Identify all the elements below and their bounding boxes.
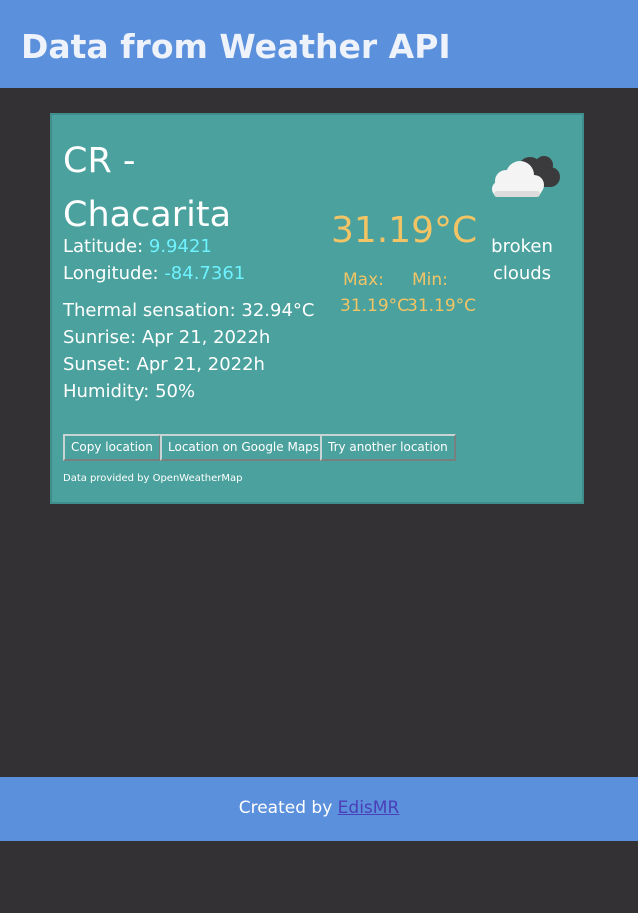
latitude-value: 9.9421: [148, 236, 212, 257]
page-header: Data from Weather API: [0, 0, 638, 88]
longitude-label: Longitude:: [63, 263, 165, 284]
broken-clouds-icon: [492, 156, 560, 197]
max-label: Max:: [343, 270, 384, 290]
current-temperature: 31.19°C: [331, 210, 478, 251]
try-another-location-button[interactable]: Try another location: [320, 434, 456, 461]
min-label: Min:: [412, 270, 448, 290]
latitude-label: Latitude:: [63, 236, 149, 257]
copy-location-button[interactable]: Copy location: [63, 434, 161, 461]
page-footer: Created by EdisMR: [0, 777, 638, 841]
footer-text: Created by EdisMR: [0, 798, 638, 818]
footer-prefix: Created by: [238, 798, 338, 818]
author-link[interactable]: EdisMR: [338, 798, 400, 818]
latitude-row: Latitude: 9.9421: [63, 234, 212, 260]
sunset: Sunset: Apr 21, 2022h: [63, 354, 265, 375]
page-title: Data from Weather API: [21, 27, 451, 66]
city-name: CR - Chacarita: [63, 141, 232, 235]
max-value: 31.19°C: [340, 296, 410, 316]
google-maps-button[interactable]: Location on Google Maps: [160, 434, 328, 461]
sunrise: Sunrise: Apr 21, 2022h: [63, 327, 271, 348]
longitude-row: Longitude: -84.7361: [63, 261, 245, 287]
thermal-sensation: Thermal sensation: 32.94°C: [63, 300, 315, 321]
weather-card: CR - Chacarita Latitude: 9.9421 Longitud…: [50, 113, 584, 504]
min-value: 31.19°C: [407, 296, 477, 316]
longitude-value: -84.7361: [164, 263, 246, 284]
weather-description: broken clouds: [491, 236, 553, 284]
humidity: Humidity: 50%: [63, 381, 196, 402]
data-credit: Data provided by OpenWeatherMap: [63, 473, 243, 484]
